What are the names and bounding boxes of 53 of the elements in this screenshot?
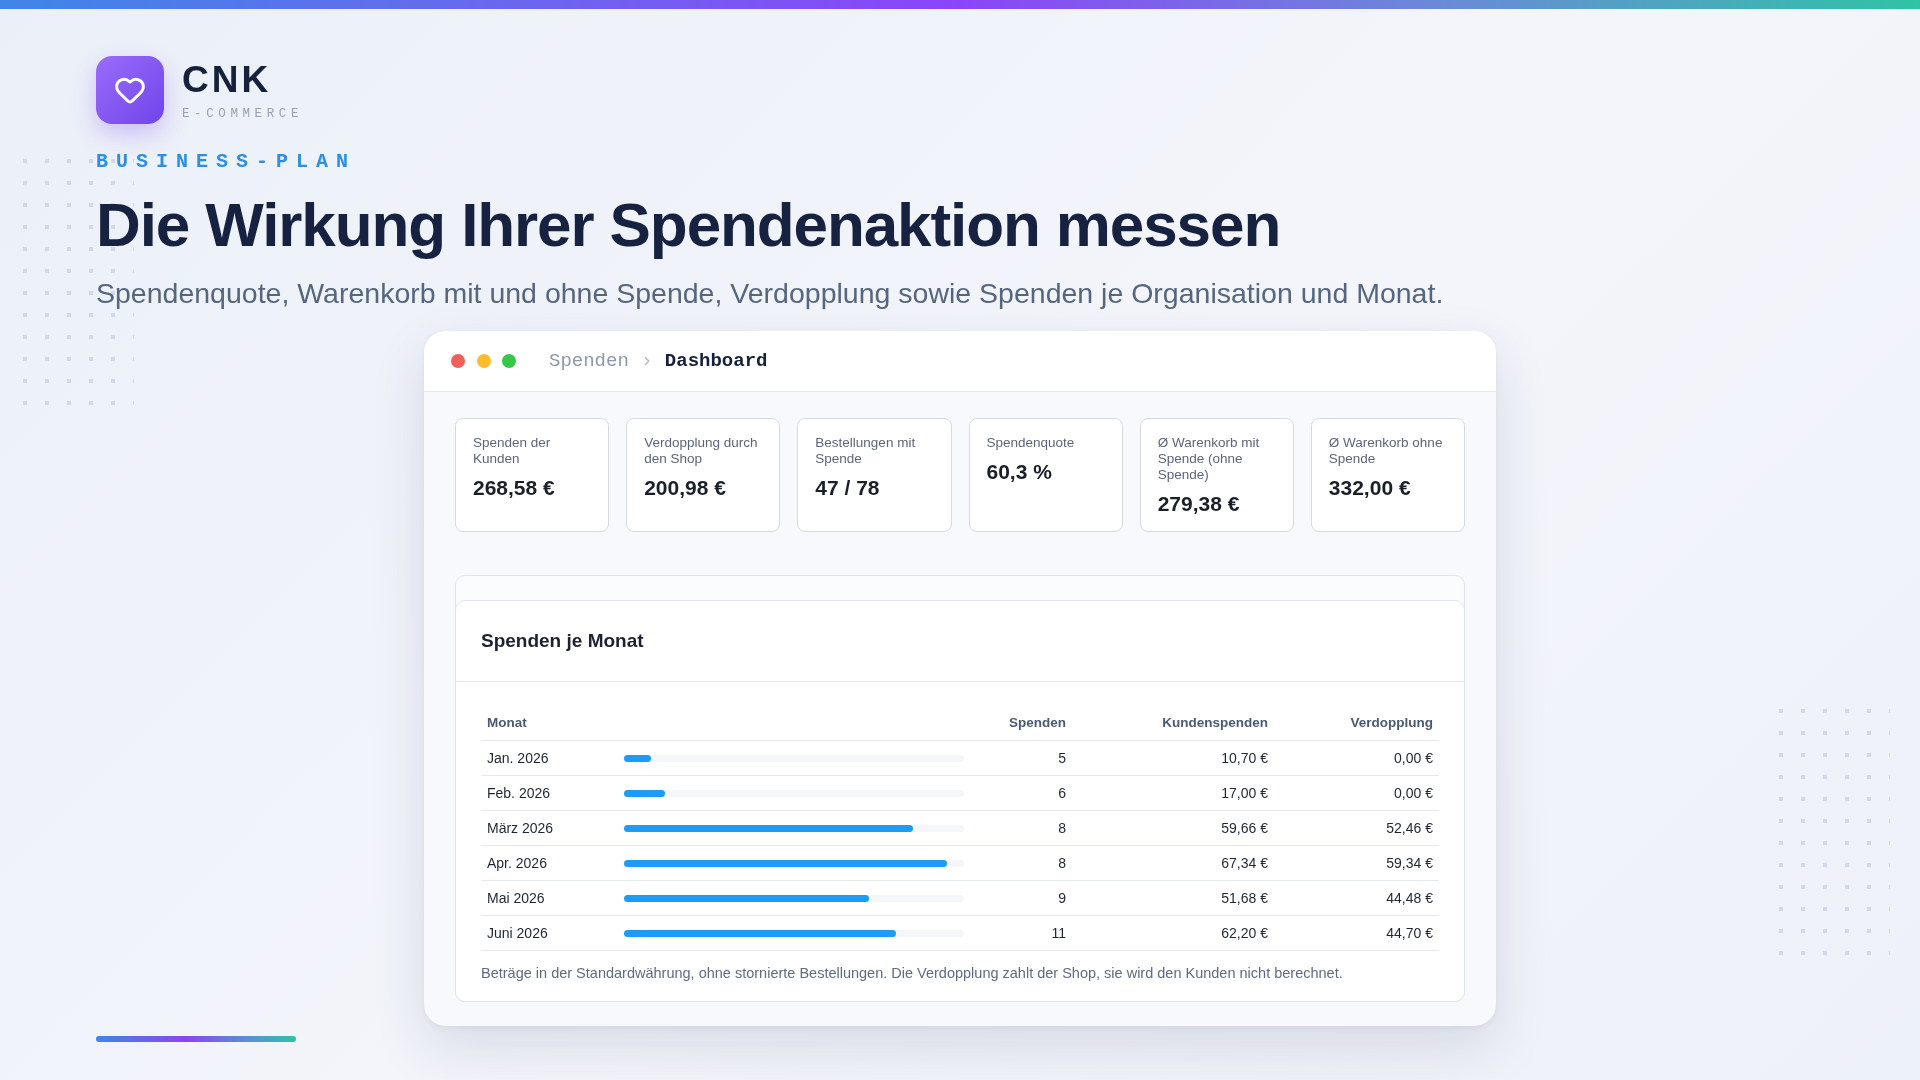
page-subtitle: Spendenquote, Warenkorb mit und ohne Spende, Verdopplung sowie Spenden je Organisation und Monat. <box>96 276 1444 310</box>
table-cell-text: 52,46 € <box>1385 819 1434 837</box>
kpi-label: Ø Warenkorb ohne Spende <box>1328 435 1444 467</box>
table-cell-text: 44,70 € <box>1385 924 1434 942</box>
table-cell-text: Jan. 2026 <box>486 749 550 767</box>
table-cell-text: Juni 2026 <box>486 924 549 942</box>
table-cell-text: 6 <box>1057 784 1067 802</box>
table-cell-text: 44,48 € <box>1385 889 1434 907</box>
table-cell-text: 17,00 € <box>1220 784 1269 802</box>
table-cell-text: Apr. 2026 <box>486 854 548 872</box>
table-cell-text: 62,20 € <box>1220 924 1269 942</box>
page-title: Die Wirkung Ihrer Spendenaktion messen <box>96 191 1281 259</box>
kpi-label: Spendenquote <box>986 435 1075 451</box>
brand-tagline: E-COMMERCE <box>182 106 303 121</box>
table-cell-text: 51,68 € <box>1220 889 1269 907</box>
kpi-value: 200,98 € <box>644 475 726 501</box>
table-cell-text: Feb. 2026 <box>486 784 552 802</box>
table-cell-text: 8 <box>1057 819 1067 837</box>
column-header: Monat <box>486 713 528 732</box>
card-title: Spenden je Monat <box>481 629 644 653</box>
table-cell-text: 67,34 € <box>1220 854 1269 872</box>
table-cell-text: 59,34 € <box>1385 854 1434 872</box>
eyebrow-label: BUSINESS-PLAN <box>96 150 357 174</box>
column-header: Spenden <box>1008 713 1067 732</box>
footnote: Beträge in der Standardwährung, ohne stornierte Bestellungen. Die Verdopplung zahlt der Shop, sie wird den Kunden nicht berechnet. <box>481 964 1344 983</box>
kpi-value: 268,58 € <box>473 475 555 501</box>
close-control-icon[interactable] <box>451 354 465 368</box>
kpi-label: Spenden der Kunden <box>473 435 552 467</box>
kpi-value: 279,38 € <box>1157 491 1240 517</box>
kpi-label: Ø Warenkorb mit Spende (ohne Spende) <box>1157 435 1261 483</box>
kpi-value: 47 / 78 <box>815 475 880 501</box>
table-cell-text: Mai 2026 <box>486 889 546 907</box>
column-header: Verdopplung <box>1349 713 1434 732</box>
kpi-label: Bestellungen mit Spende <box>815 435 917 467</box>
kpi-value: 60,3 % <box>986 459 1052 485</box>
minimize-control-icon[interactable] <box>476 354 491 368</box>
table-cell-text: 5 <box>1057 749 1067 767</box>
brand-name: CNK <box>182 59 272 100</box>
table-cell-text: März 2026 <box>486 819 555 837</box>
table-cell-text: 9 <box>1057 889 1067 907</box>
breadcrumb-link[interactable]: Spenden <box>549 349 629 373</box>
table-cell-text: 0,00 € <box>1393 784 1434 802</box>
column-header: Kundenspenden <box>1161 713 1269 732</box>
table-cell-text: 0,00 € <box>1393 749 1434 767</box>
table-cell-text: 11 <box>1050 924 1067 942</box>
table-cell-text: 8 <box>1057 854 1067 872</box>
table-cell-text: 10,70 € <box>1220 749 1269 767</box>
breadcrumb-current: Dashboard <box>664 349 768 373</box>
kpi-label: Verdopplung durch den Shop <box>644 435 759 467</box>
kpi-value: 332,00 € <box>1328 475 1411 501</box>
maximize-control-icon[interactable] <box>502 354 516 368</box>
table-cell-text: 59,66 € <box>1220 819 1269 837</box>
heart-logo-icon <box>96 56 164 124</box>
